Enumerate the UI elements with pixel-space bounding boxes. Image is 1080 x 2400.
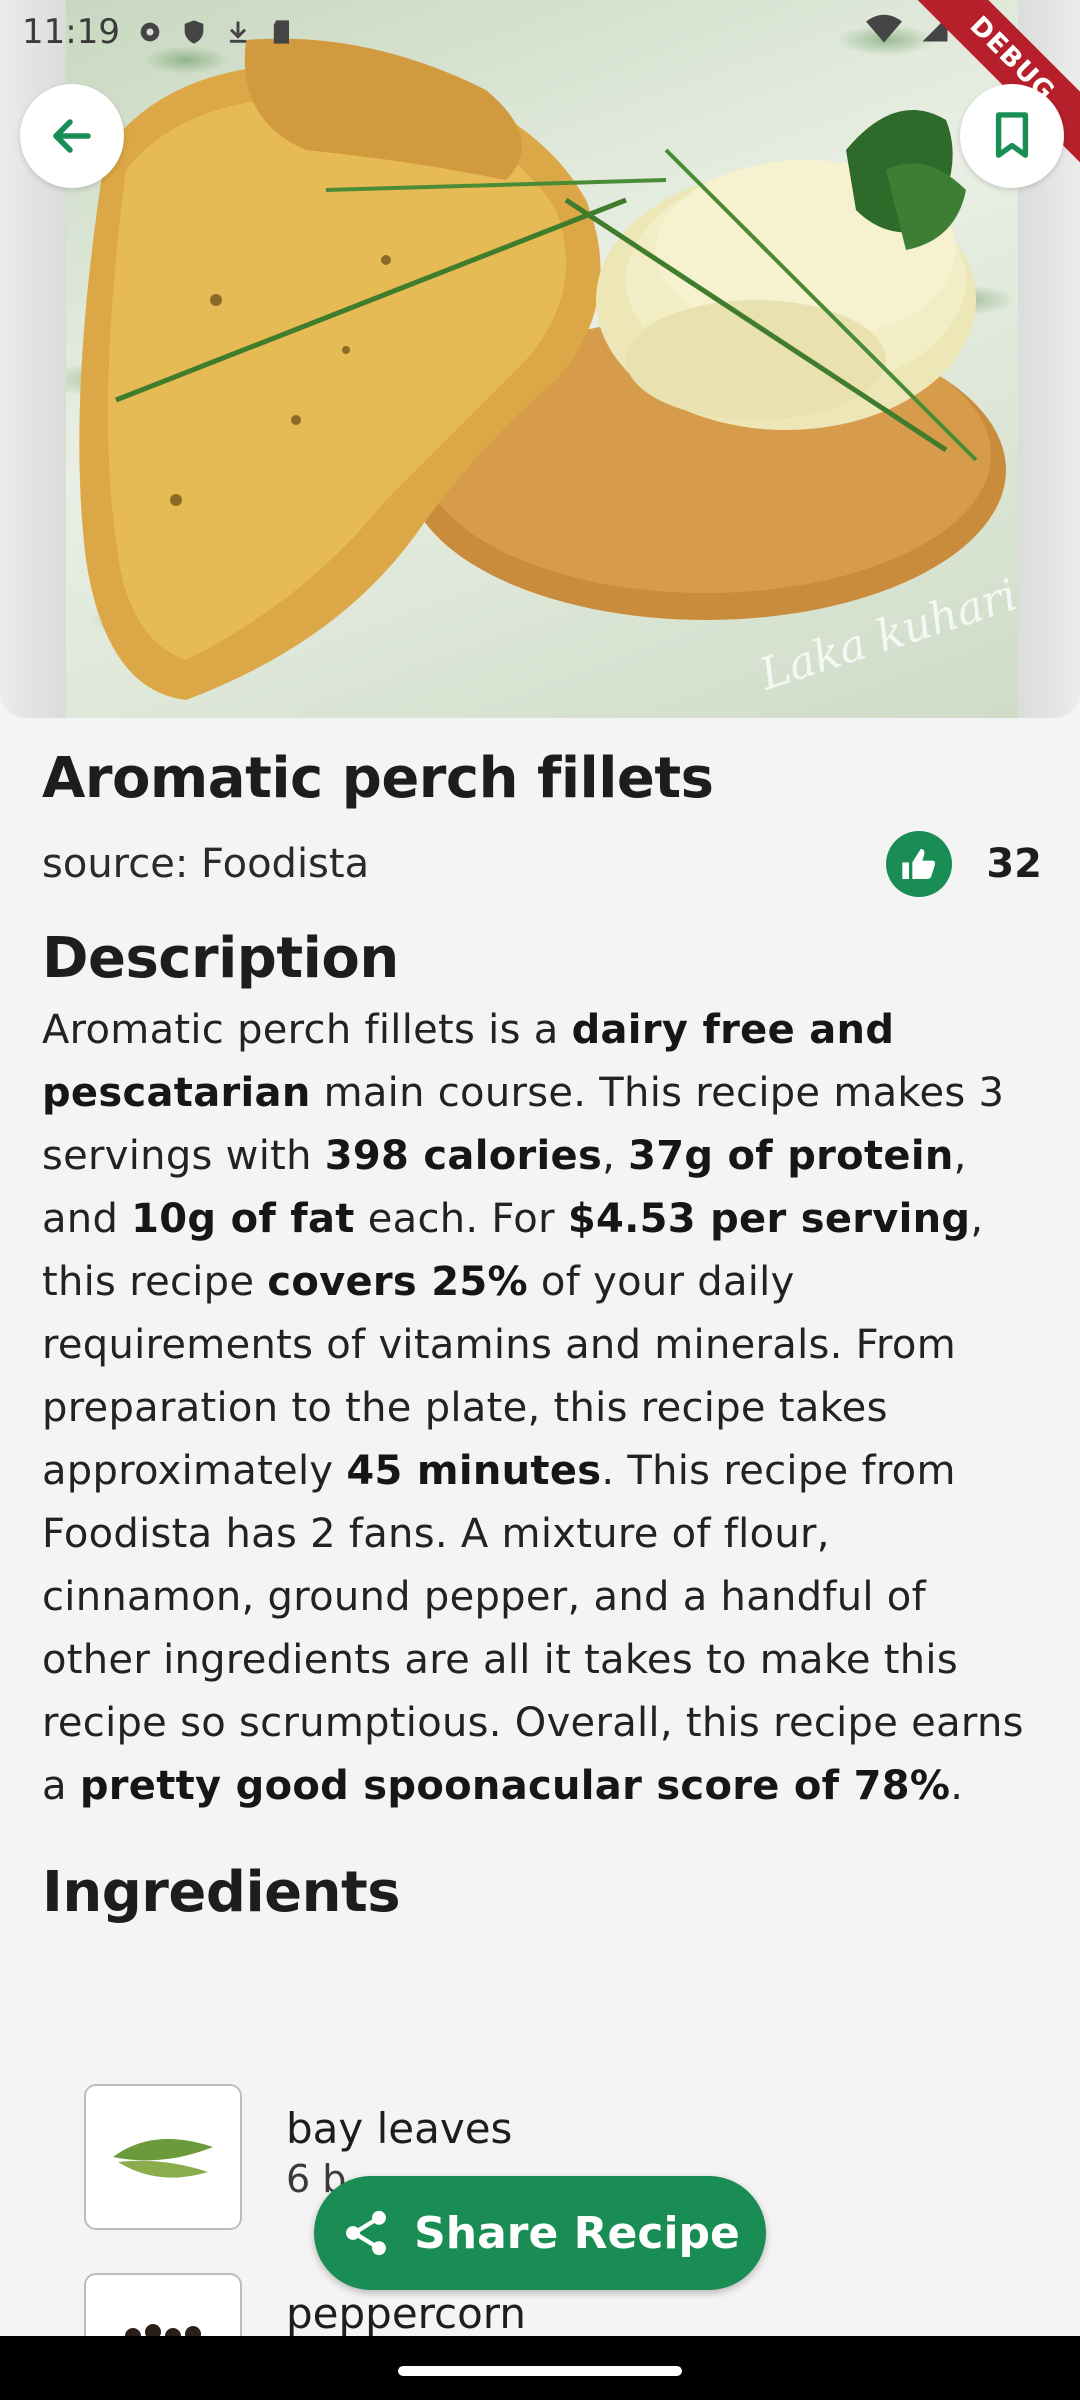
like-button[interactable] bbox=[886, 831, 953, 898]
description-highlight: 398 calories bbox=[324, 1133, 603, 1180]
shield-icon bbox=[184, 20, 204, 44]
description-heading: Description bbox=[42, 926, 399, 992]
status-time: 11:19 bbox=[22, 12, 120, 52]
wifi-icon bbox=[866, 14, 902, 43]
status-bar: 11:19 bbox=[22, 12, 296, 52]
food-illustration: Laka kuharica bbox=[79, 38, 1018, 701]
ingredient-text: peppercorn bbox=[286, 2289, 526, 2342]
description-segment: . bbox=[950, 1763, 964, 1810]
description-highlight: pretty good spoonacular score of 78% bbox=[79, 1763, 951, 1810]
ingredient-image bbox=[84, 2084, 242, 2230]
system-nav-bar bbox=[0, 2336, 1080, 2400]
description-highlight: $4.53 per serving bbox=[567, 1196, 971, 1243]
recipe-hero-image: Laka kuharica bbox=[0, 0, 1080, 718]
description-segment: , bbox=[602, 1133, 629, 1180]
recipe-source: source: Foodista bbox=[42, 841, 370, 888]
description-highlight: 10g of fat bbox=[131, 1196, 355, 1243]
ingredients-heading: Ingredients bbox=[42, 1860, 401, 1926]
ingredient-name: peppercorn bbox=[286, 2289, 526, 2338]
description-segment: . This recipe from Foodista has 2 fans. … bbox=[42, 1448, 1024, 1810]
description-segment: each. For bbox=[354, 1196, 568, 1243]
download-icon bbox=[229, 21, 247, 43]
home-handle[interactable] bbox=[398, 2366, 682, 2376]
description-text: Aromatic perch fillets is a dairy free a… bbox=[42, 999, 1042, 1818]
arrow-left-icon bbox=[53, 119, 91, 153]
bookmark-icon bbox=[995, 112, 1029, 158]
bay-leaves-image bbox=[113, 2139, 213, 2178]
sd-card-icon bbox=[273, 20, 289, 44]
recipe-title: Aromatic perch fillets bbox=[42, 746, 714, 811]
likes: 32 bbox=[886, 831, 1042, 898]
thumbs-up-icon bbox=[902, 849, 936, 880]
description-segment: Aromatic perch fillets is a bbox=[42, 1007, 572, 1054]
ingredient-name: bay leaves bbox=[286, 2104, 513, 2153]
share-icon bbox=[346, 2210, 387, 2256]
description-highlight: 45 minutes bbox=[346, 1448, 602, 1495]
share-recipe-button[interactable]: Share Recipe bbox=[314, 2176, 766, 2290]
back-button[interactable] bbox=[20, 84, 124, 188]
description-highlight: 37g of protein bbox=[628, 1133, 954, 1180]
recipe-meta: source: Foodista 32 bbox=[42, 828, 1042, 900]
settings-icon bbox=[140, 22, 160, 42]
recipe-content: Aromatic perch fillets source: Foodista … bbox=[42, 740, 1042, 1925]
bookmark-button[interactable] bbox=[960, 84, 1064, 188]
like-count: 32 bbox=[986, 841, 1042, 888]
share-label: Share Recipe bbox=[414, 2207, 740, 2259]
description-highlight: covers 25% bbox=[267, 1259, 528, 1306]
